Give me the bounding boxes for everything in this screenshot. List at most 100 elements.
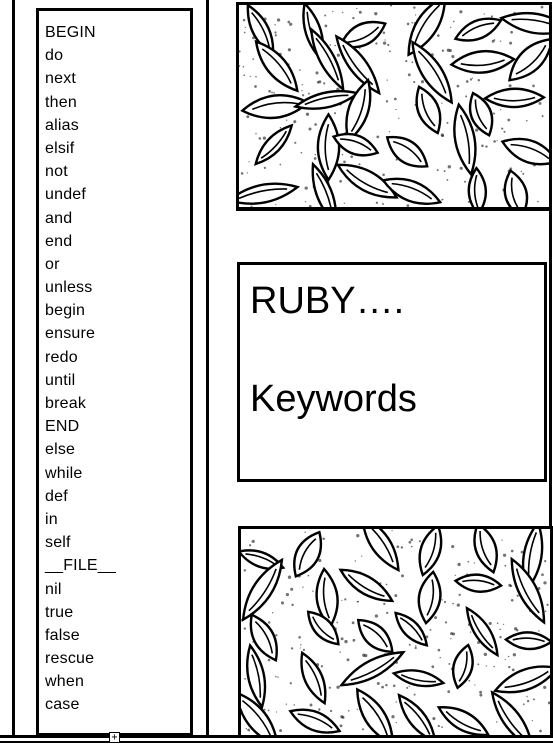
- stipple-dot: [382, 173, 385, 177]
- stipple-dot: [479, 690, 483, 694]
- leaf-shape: [361, 529, 400, 573]
- stipple-dot: [469, 631, 472, 633]
- stipple-dot: [510, 598, 514, 602]
- stipple-dot: [508, 665, 511, 669]
- stipple-dot: [502, 553, 507, 557]
- stipple-dot: [287, 48, 291, 52]
- stipple-dot: [252, 58, 255, 60]
- stipple-dot: [386, 611, 389, 615]
- stipple-dot: [509, 584, 513, 588]
- stipple-dot: [275, 675, 277, 678]
- stipple-dot: [273, 91, 275, 94]
- stipple-dot: [471, 77, 473, 79]
- stipple-dot: [512, 653, 517, 657]
- stipple-dot: [336, 685, 340, 689]
- stipple-dot: [294, 141, 297, 144]
- stipple-dot: [510, 549, 514, 553]
- stipple-dot: [274, 34, 277, 37]
- leaf-shape: [492, 665, 550, 694]
- keyword-item: in: [45, 510, 58, 528]
- leaf-shape: [356, 618, 394, 654]
- stipple-dot: [496, 622, 499, 625]
- leaf-shape: [239, 182, 301, 205]
- stipple-dot: [275, 711, 278, 713]
- stipple-dot: [246, 172, 249, 174]
- stipple-dot: [395, 108, 397, 111]
- stipple-dot: [352, 638, 356, 642]
- stipple-dot: [408, 540, 412, 544]
- stipple-dot: [522, 703, 525, 706]
- keyword-item: then: [45, 93, 77, 111]
- stipple-dot: [343, 160, 346, 164]
- stipple-dot: [444, 621, 448, 624]
- stipple-dot: [340, 715, 344, 719]
- left-border-line: [12, 0, 15, 737]
- stipple-dot: [499, 636, 502, 639]
- stipple-dot: [384, 39, 386, 41]
- stipple-dot: [414, 14, 417, 16]
- leaf-shape: [338, 568, 395, 603]
- leaf-shape: [453, 17, 503, 42]
- stipple-dot: [386, 79, 388, 81]
- stipple-dot: [314, 123, 317, 126]
- stipple-dot: [446, 48, 450, 52]
- keyword-item: undef: [45, 186, 87, 204]
- keyword-list-panel: BEGIN do next then alias elsif not undef and end o…: [36, 8, 193, 736]
- plus-square-icon[interactable]: +: [109, 732, 120, 743]
- stipple-dot: [532, 84, 535, 88]
- stipple-dot: [547, 701, 550, 705]
- stipple-dot: [279, 163, 282, 166]
- leaf-shape: [449, 49, 517, 74]
- stipple-dot: [271, 91, 273, 94]
- stipple-dot: [405, 59, 408, 63]
- stipple-dot: [293, 704, 295, 706]
- stipple-dot: [441, 102, 443, 104]
- stipple-dot: [382, 203, 384, 205]
- keyword-item: END: [45, 418, 80, 436]
- stipple-dot: [408, 685, 410, 687]
- stipple-dot: [254, 85, 257, 88]
- leaf-shape: [453, 573, 504, 593]
- stipple-dot: [503, 130, 506, 133]
- stipple-dot: [308, 204, 312, 207]
- stipple-dot: [452, 20, 455, 23]
- stipple-dot: [543, 685, 547, 689]
- stipple-dot: [439, 656, 441, 659]
- stipple-dot: [275, 203, 277, 206]
- stipple-dot: [289, 682, 292, 685]
- stipple-dot: [388, 130, 391, 133]
- keyword-item: redo: [45, 348, 78, 366]
- leaf-shape: [385, 135, 429, 168]
- stipple-dot: [492, 112, 495, 115]
- stipple-dot: [441, 199, 443, 201]
- leaf-shape: [288, 708, 342, 734]
- stipple-dot: [388, 50, 391, 53]
- keyword-item: or: [45, 255, 60, 273]
- stipple-dot: [346, 658, 350, 662]
- stipple-dot: [395, 721, 398, 724]
- stipple-dot: [507, 655, 510, 658]
- stipple-dot: [285, 119, 288, 121]
- stipple-dot: [473, 562, 476, 564]
- stipple-dot: [274, 24, 276, 26]
- stipple-dot: [448, 662, 451, 665]
- leaf-pattern-image-top: [236, 2, 552, 210]
- stipple-dot: [324, 14, 327, 17]
- leaf-shape: [309, 26, 345, 93]
- stipple-dot: [465, 95, 468, 98]
- stipple-dot: [262, 136, 266, 140]
- stipple-dot: [246, 115, 250, 119]
- stipple-dot: [245, 727, 248, 730]
- stipple-dot: [383, 602, 386, 606]
- stipple-dot: [437, 724, 440, 728]
- stipple-dot: [499, 628, 501, 631]
- stipple-dot: [336, 621, 339, 624]
- stipple-dot: [495, 721, 498, 723]
- stipple-dot: [250, 205, 253, 207]
- keyword-item: ensure: [45, 325, 96, 343]
- stipple-dot: [307, 92, 310, 95]
- keyword-item: until: [45, 371, 76, 389]
- stipple-dot: [263, 166, 266, 169]
- stipple-dot: [339, 179, 342, 183]
- stipple-dot: [490, 15, 493, 18]
